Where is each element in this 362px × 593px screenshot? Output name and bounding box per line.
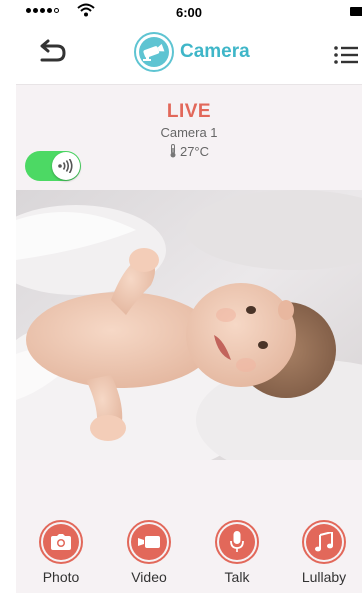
- status-time: 6:00: [175, 5, 203, 20]
- battery-icon: [350, 7, 362, 16]
- video-button[interactable]: Video: [109, 520, 189, 585]
- lullaby-label: Lullaby: [301, 569, 347, 585]
- control-bar: Photo Video Talk Lullaby: [16, 460, 362, 593]
- talk-label: Talk: [224, 569, 250, 585]
- music-note-icon: [306, 524, 342, 560]
- video-camera-icon: [131, 524, 167, 560]
- camera-info-panel: LIVE Camera 1 27°C: [16, 85, 362, 190]
- talk-button[interactable]: Talk: [197, 520, 277, 585]
- nav-bar: Camera: [16, 24, 362, 85]
- page-title: Camera: [180, 41, 250, 62]
- photo-label: Photo: [42, 569, 80, 585]
- nav-title-group: Camera: [134, 32, 250, 72]
- back-button[interactable]: [36, 38, 68, 68]
- live-video-feed: [16, 190, 362, 460]
- sound-waves-icon: [52, 152, 80, 180]
- menu-list-icon[interactable]: [334, 46, 358, 64]
- photo-button[interactable]: Photo: [21, 520, 101, 585]
- microphone-icon: [219, 524, 255, 560]
- app-screen: 6:00 Camera LIVE Camera 1 27°C Photo Vid…: [16, 0, 362, 593]
- camera-icon: [43, 524, 79, 560]
- video-label: Video: [131, 569, 167, 585]
- status-bar: 6:00: [16, 0, 362, 24]
- live-status: LIVE: [166, 101, 212, 122]
- thermometer-icon: [170, 144, 176, 158]
- camera-name: Camera 1: [160, 125, 218, 140]
- temperature-value: 27°C: [179, 144, 210, 159]
- security-camera-icon: [134, 32, 174, 72]
- lullaby-button[interactable]: Lullaby: [284, 520, 362, 585]
- audio-monitor-toggle[interactable]: [25, 151, 81, 181]
